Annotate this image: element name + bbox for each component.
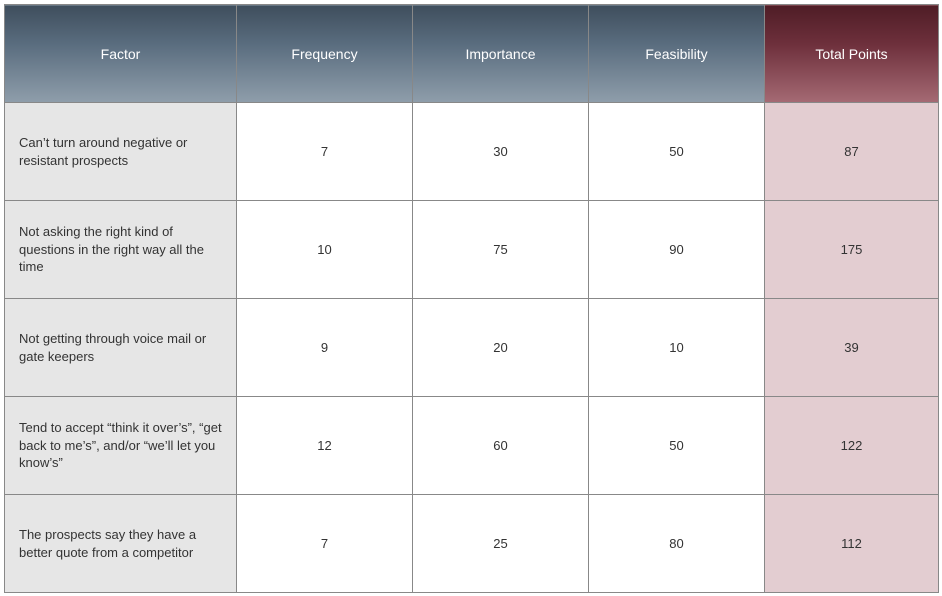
- cell-importance: 20: [413, 299, 589, 397]
- cell-total: 175: [765, 201, 939, 299]
- table-row: Can’t turn around negative or resistant …: [5, 103, 939, 201]
- table-row: Not getting through voice mail or gate k…: [5, 299, 939, 397]
- cell-importance: 25: [413, 495, 589, 593]
- col-header-total: Total Points: [765, 5, 939, 103]
- cell-total: 87: [765, 103, 939, 201]
- cell-importance: 75: [413, 201, 589, 299]
- col-header-importance: Importance: [413, 5, 589, 103]
- table-row: Tend to accept “think it over’s”, “get b…: [5, 397, 939, 495]
- cell-feasibility: 90: [589, 201, 765, 299]
- col-header-frequency: Frequency: [237, 5, 413, 103]
- table-row: Not asking the right kind of questions i…: [5, 201, 939, 299]
- table-header-row: Factor Frequency Importance Feasibility …: [5, 5, 939, 103]
- cell-importance: 30: [413, 103, 589, 201]
- cell-frequency: 7: [237, 495, 413, 593]
- cell-feasibility: 80: [589, 495, 765, 593]
- cell-factor: Can’t turn around negative or resistant …: [5, 103, 237, 201]
- cell-factor: Not getting through voice mail or gate k…: [5, 299, 237, 397]
- cell-frequency: 7: [237, 103, 413, 201]
- col-header-feasibility: Feasibility: [589, 5, 765, 103]
- cell-frequency: 9: [237, 299, 413, 397]
- cell-factor: Tend to accept “think it over’s”, “get b…: [5, 397, 237, 495]
- cell-factor: The prospects say they have a better quo…: [5, 495, 237, 593]
- table-row: The prospects say they have a better quo…: [5, 495, 939, 593]
- cell-importance: 60: [413, 397, 589, 495]
- prioritization-table: Factor Frequency Importance Feasibility …: [4, 4, 939, 593]
- cell-total: 122: [765, 397, 939, 495]
- cell-factor: Not asking the right kind of questions i…: [5, 201, 237, 299]
- col-header-factor: Factor: [5, 5, 237, 103]
- cell-total: 112: [765, 495, 939, 593]
- cell-feasibility: 50: [589, 103, 765, 201]
- cell-feasibility: 10: [589, 299, 765, 397]
- cell-frequency: 12: [237, 397, 413, 495]
- cell-frequency: 10: [237, 201, 413, 299]
- cell-feasibility: 50: [589, 397, 765, 495]
- cell-total: 39: [765, 299, 939, 397]
